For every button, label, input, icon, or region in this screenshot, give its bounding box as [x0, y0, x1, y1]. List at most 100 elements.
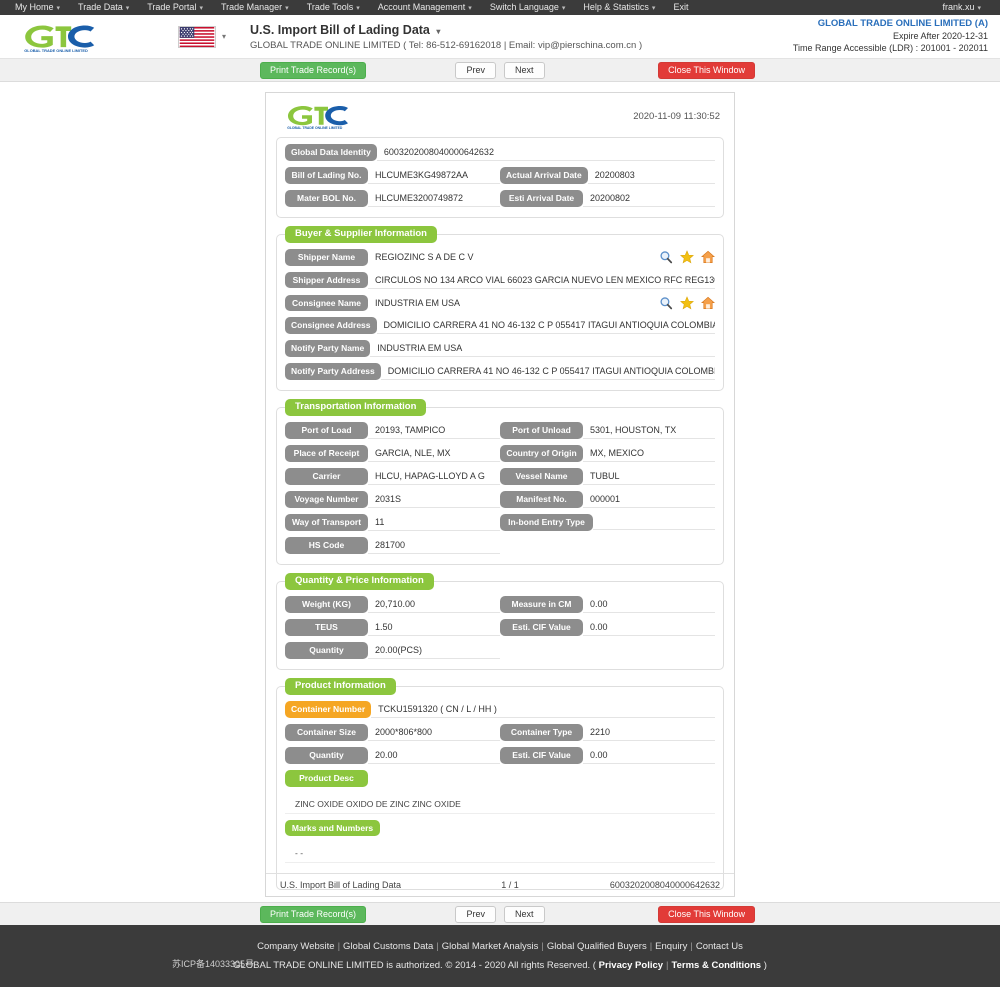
- container-size-label: Container Size: [285, 724, 368, 741]
- nav-item-trade-manager[interactable]: Trade Manager ▾: [212, 0, 298, 16]
- notify-party-name-label: Notify Party Name: [285, 340, 371, 357]
- star-icon[interactable]: [680, 250, 694, 264]
- close-window-button[interactable]: Close This Window: [658, 61, 755, 79]
- nav-item-trade-data[interactable]: Trade Data ▾: [69, 0, 138, 16]
- star-icon[interactable]: [680, 295, 694, 310]
- trade-record-card: GLOBAL TRADE ONLINE LIMITED 2020-11-09 1…: [265, 92, 735, 897]
- page-header: GLOBAL TRADE ONLINE LIMITED ▾ U.S. Impor…: [0, 15, 1000, 59]
- transport-row-ports: Port of Load 20193, TAMPICO Port of Unlo…: [285, 422, 715, 439]
- shipper-address-label: Shipper Address: [285, 271, 368, 289]
- nav-item-trade-portal[interactable]: Trade Portal ▾: [138, 0, 212, 16]
- chevron-down-icon: ▾: [561, 4, 566, 12]
- footer-link-terms-conditions[interactable]: Terms & Conditions: [672, 960, 762, 971]
- footer-link-enquiry[interactable]: Enquiry: [655, 941, 687, 952]
- hs-code-value: 281700: [368, 537, 500, 554]
- port-of-load-value: 20193, TAMPICO: [368, 422, 500, 439]
- product-esti-cif-label: Esti. CIF Value: [500, 747, 583, 764]
- chevron-down-icon: ▾: [356, 4, 360, 12]
- icp-license-number: 苏ICP备14033305号: [172, 959, 255, 969]
- footer-link-global-customs-data[interactable]: Global Customs Data: [343, 941, 433, 952]
- nav-item-user-menu[interactable]: frank.xu ▾: [933, 0, 990, 16]
- nav-item-my-home[interactable]: My Home ▾: [6, 0, 69, 16]
- page-title[interactable]: U.S. Import Bill of Lading Data ▾: [250, 23, 642, 37]
- record-footer-identity: 6003202008040000642632: [609, 880, 720, 890]
- footer-link-privacy-policy[interactable]: Privacy Policy: [599, 960, 663, 971]
- country-flag-selector[interactable]: ▾: [178, 25, 227, 48]
- chevron-down-icon: ▾: [651, 4, 656, 12]
- footer-link-global-market-analysis[interactable]: Global Market Analysis: [442, 941, 539, 952]
- record-card-footer: U.S. Import Bill of Lading Data 1 / 1 60…: [266, 873, 734, 896]
- master-bol-no-value: HLCUME3200749872: [368, 190, 500, 207]
- next-button[interactable]: Next: [504, 61, 545, 79]
- weight-kg-label: Weight (KG): [285, 596, 368, 613]
- home-icon[interactable]: [701, 250, 715, 264]
- page-footer: 苏ICP备14033305号 Company Website | Global Cu…: [0, 925, 1000, 987]
- container-type-value: 2210: [583, 724, 715, 741]
- carrier-value: HLCU, HAPAG-LLOYD A G: [368, 468, 500, 485]
- consignee-name-row: Consignee Name INDUSTRIA EM USA: [285, 294, 715, 311]
- close-window-button-bottom[interactable]: Close This Window: [658, 905, 755, 923]
- prev-button[interactable]: Prev: [455, 61, 496, 79]
- shipper-address-value: CIRCULOS NO 134 ARCO VIAL 66023 GARCIA N…: [368, 272, 715, 289]
- magnifier-icon[interactable]: [659, 250, 673, 264]
- footer-link-global-qualified-buyers[interactable]: Global Qualified Buyers: [547, 941, 647, 952]
- footer-link-contact-us[interactable]: Contact Us: [696, 941, 743, 952]
- container-number-value: TCKU1591320 ( CN / L / HH ): [371, 701, 715, 718]
- product-quantity-value: 20.00: [368, 747, 500, 764]
- manifest-no-label: Manifest No.: [500, 491, 583, 508]
- footer-copyright-suffix: ): [763, 960, 767, 971]
- chevron-down-icon: ▾: [56, 4, 61, 12]
- product-desc-label-row: Product Desc: [285, 770, 715, 787]
- actual-arrival-date-value: 20200803: [587, 167, 715, 184]
- product-quantity-label: Quantity: [285, 747, 368, 764]
- nav-label: Trade Portal: [147, 1, 197, 12]
- chevron-down-icon: ▾: [125, 4, 130, 12]
- nav-item-switch-language[interactable]: Switch Language ▾: [481, 0, 575, 16]
- footer-separator: |: [541, 941, 544, 952]
- nav-label: My Home: [15, 1, 54, 12]
- product-row-container-number: Container Number TCKU1591320 ( CN / L / …: [285, 701, 715, 718]
- next-button-bottom[interactable]: Next: [504, 905, 545, 923]
- transport-row-carrier-vessel: Carrier HLCU, HAPAG-LLOYD A G Vessel Nam…: [285, 468, 715, 485]
- footer-links: Company Website | Global Customs Data | Glob…: [233, 941, 767, 952]
- nav-item-exit[interactable]: Exit: [664, 0, 697, 15]
- gto-logo[interactable]: GLOBAL TRADE ONLINE LIMITED: [16, 20, 108, 54]
- header-title-block: U.S. Import Bill of Lading Data ▾ GLOBAL…: [250, 23, 642, 51]
- voyage-number-label: Voyage Number: [285, 491, 368, 508]
- chevron-down-icon: ▾: [199, 4, 203, 12]
- print-trade-records-button-bottom[interactable]: Print Trade Record(s): [260, 905, 367, 923]
- vessel-name-label: Vessel Name: [500, 468, 583, 485]
- prev-button-bottom[interactable]: Prev: [455, 905, 496, 923]
- shipper-name-row: Shipper Name REGIOZINC S A DE C V: [285, 249, 715, 266]
- record-timestamp: 2020-11-09 11:30:52: [633, 110, 720, 122]
- user-name-label: frank.xu: [942, 2, 975, 12]
- footer-separator: |: [666, 960, 669, 971]
- product-desc-value: ZINC OXIDE OXIDO DE ZINC ZINC OXIDE: [285, 793, 715, 814]
- port-of-unload-label: Port of Unload: [500, 422, 583, 439]
- nav-item-account-management[interactable]: Account Management ▾: [369, 0, 481, 16]
- shipper-name-label: Shipper Name: [285, 249, 368, 266]
- us-flag-icon: [178, 25, 216, 48]
- print-trade-records-button[interactable]: Print Trade Record(s): [260, 61, 367, 79]
- magnifier-icon[interactable]: [659, 296, 673, 310]
- footer-link-company-website[interactable]: Company Website: [257, 941, 334, 952]
- notify-party-address-value: DOMICILIO CARRERA 41 NO 46-132 C P 05541…: [380, 363, 715, 380]
- nav-item-help-statistics[interactable]: Help & Statistics ▾: [574, 0, 664, 16]
- nav-item-trade-tools[interactable]: Trade Tools ▾: [298, 0, 369, 16]
- nav-label: Trade Manager: [220, 1, 283, 12]
- chevron-down-icon: ▾: [222, 32, 227, 41]
- shipper-address-row: Shipper Address CIRCULOS NO 134 ARCO VIA…: [285, 271, 715, 289]
- measure-in-cm-value: 0.00: [583, 596, 715, 613]
- chevron-down-icon: ▾: [977, 5, 981, 12]
- chevron-down-icon: ▾: [468, 4, 472, 12]
- port-of-unload-value: 5301, HOUSTON, TX: [583, 422, 715, 439]
- esti-arrival-date-label: Esti Arrival Date: [500, 190, 583, 207]
- home-icon[interactable]: [701, 296, 715, 310]
- way-of-transport-label: Way of Transport: [285, 514, 368, 531]
- quantity-price-section: Quantity & Price Information Weight (KG)…: [276, 573, 724, 670]
- transportation-section-title: Transportation Information: [285, 399, 427, 416]
- transport-row-hscode: HS Code 281700: [285, 537, 715, 554]
- country-of-origin-value: MX, MEXICO: [583, 445, 715, 462]
- notify-party-name-row: Notify Party Name INDUSTRIA EM USA: [285, 340, 715, 357]
- product-row-quantity-cif: Quantity 20.00 Esti. CIF Value 0.00: [285, 747, 715, 764]
